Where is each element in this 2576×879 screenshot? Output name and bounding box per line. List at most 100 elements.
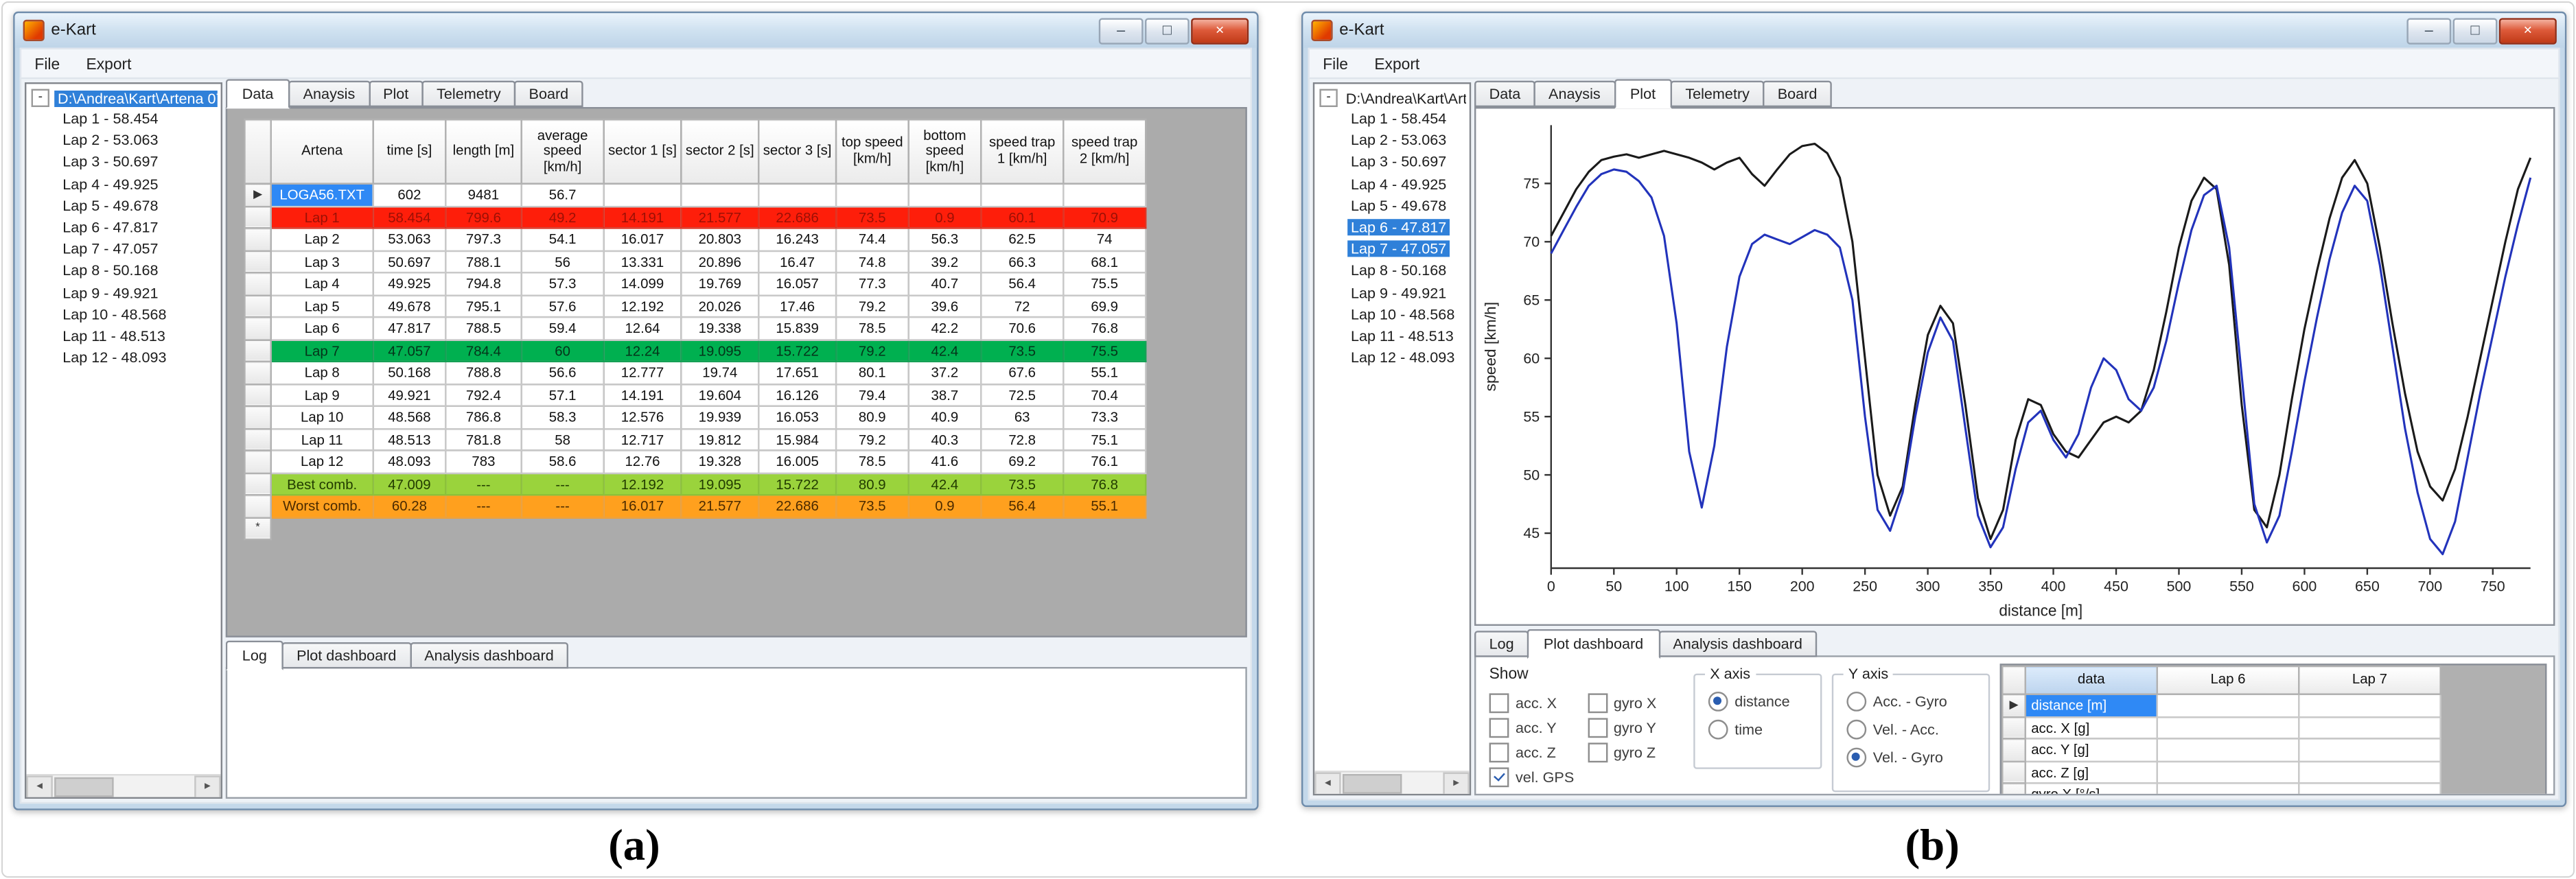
- table-row[interactable]: Lap 1 58.454 799.6 49.2 14.191 21.577 22…: [244, 206, 1146, 228]
- checkbox[interactable]: gyro X: [1587, 690, 1656, 715]
- sector2-cell[interactable]: 19.812: [681, 428, 758, 450]
- speed-trap1-cell[interactable]: 72: [981, 295, 1063, 317]
- lap6-cell[interactable]: [2157, 761, 2299, 783]
- lap7-cell[interactable]: [2299, 694, 2440, 716]
- tree-root-node[interactable]: - D:\Andrea\Kart\Artena 07: [1314, 84, 1470, 108]
- sector1-cell[interactable]: [604, 184, 682, 206]
- maximize-button[interactable]: □: [1145, 17, 1190, 43]
- sector2-cell[interactable]: 19.328: [681, 450, 758, 472]
- sector1-cell[interactable]: 14.191: [604, 384, 682, 406]
- row-header-cell[interactable]: [2002, 716, 2026, 738]
- time-cell[interactable]: 47.009: [373, 473, 446, 495]
- top-speed-cell[interactable]: [836, 184, 909, 206]
- lap-name-cell[interactable]: Worst comb.: [271, 495, 373, 517]
- top-speed-cell[interactable]: [836, 517, 909, 539]
- sector1-cell[interactable]: 14.191: [604, 206, 682, 228]
- tree-item-lap[interactable]: Lap 10 - 48.568: [26, 305, 220, 327]
- column-header[interactable]: sector 1 [s]: [604, 119, 682, 184]
- column-header[interactable]: Lap 6: [2157, 666, 2299, 694]
- checkbox-box-icon[interactable]: [1489, 742, 1509, 762]
- tab[interactable]: Data: [226, 79, 290, 108]
- lap-name-cell[interactable]: Lap 11: [271, 428, 373, 450]
- time-cell[interactable]: 49.921: [373, 384, 446, 406]
- time-cell[interactable]: 47.057: [373, 339, 446, 361]
- sector2-cell[interactable]: 19.939: [681, 406, 758, 428]
- checkbox-box-icon[interactable]: [1489, 692, 1509, 712]
- top-speed-cell[interactable]: 79.2: [836, 339, 909, 361]
- avg-speed-cell[interactable]: 58.3: [522, 406, 604, 428]
- tree-item-lap[interactable]: Lap 11 - 48.513: [26, 326, 220, 348]
- top-speed-cell[interactable]: 79.4: [836, 384, 909, 406]
- length-cell[interactable]: 786.8: [445, 406, 521, 428]
- lap-name-cell[interactable]: Lap 8: [271, 362, 373, 384]
- row-header-cell[interactable]: [244, 228, 270, 250]
- tab[interactable]: Plot: [1614, 79, 1672, 108]
- avg-speed-cell[interactable]: 59.4: [522, 317, 604, 339]
- tree-item-lap[interactable]: Lap 7 - 47.057: [26, 239, 220, 261]
- avg-speed-cell[interactable]: 57.1: [522, 384, 604, 406]
- avg-speed-cell[interactable]: 49.2: [522, 206, 604, 228]
- tree-item-lap[interactable]: Lap 9 - 49.921: [1314, 283, 1470, 305]
- sector1-cell[interactable]: 12.576: [604, 406, 682, 428]
- speed-trap2-cell[interactable]: 76.1: [1063, 450, 1146, 472]
- sector3-cell[interactable]: [758, 517, 836, 539]
- tab[interactable]: Data: [1474, 81, 1535, 107]
- sector2-cell[interactable]: 21.577: [681, 495, 758, 517]
- tree-item-lap[interactable]: Lap 3 - 50.697: [1314, 152, 1470, 174]
- time-cell[interactable]: 60.28: [373, 495, 446, 517]
- radio-option[interactable]: distance: [1708, 692, 1814, 712]
- length-cell[interactable]: 9481: [445, 184, 521, 206]
- checkbox-box-icon[interactable]: [1587, 692, 1607, 712]
- table-row[interactable]: *: [244, 517, 1146, 539]
- speed-trap1-cell[interactable]: 66.3: [981, 250, 1063, 272]
- speed-trap1-cell[interactable]: 63: [981, 406, 1063, 428]
- tree-item-lap[interactable]: Lap 8 - 50.168: [26, 261, 220, 283]
- top-speed-cell[interactable]: 80.9: [836, 473, 909, 495]
- sector3-cell[interactable]: 16.47: [758, 250, 836, 272]
- lap-name-cell[interactable]: Lap 4: [271, 272, 373, 294]
- radio-option[interactable]: Acc. - Gyro: [1846, 692, 1982, 712]
- length-cell[interactable]: 794.8: [445, 272, 521, 294]
- row-header-cell[interactable]: [244, 272, 270, 294]
- table-row[interactable]: Worst comb. 60.28 --- --- 16.017 21.577 …: [244, 495, 1146, 517]
- bottom-speed-cell[interactable]: 38.7: [909, 384, 982, 406]
- time-cell[interactable]: 48.093: [373, 450, 446, 472]
- table-row[interactable]: Lap 10 48.568 786.8 58.3 12.576 19.939 1…: [244, 406, 1146, 428]
- time-cell[interactable]: 47.817: [373, 317, 446, 339]
- time-cell[interactable]: 53.063: [373, 228, 446, 250]
- menu-item[interactable]: File: [21, 52, 73, 77]
- row-header-cell[interactable]: [244, 384, 270, 406]
- length-cell[interactable]: 783: [445, 450, 521, 472]
- tab[interactable]: Telemetry: [1671, 81, 1765, 107]
- checkbox[interactable]: gyro Y: [1587, 715, 1656, 740]
- lap6-cell[interactable]: [2157, 783, 2299, 795]
- checkbox-box-icon[interactable]: [1587, 742, 1607, 762]
- speed-trap2-cell[interactable]: 68.1: [1063, 250, 1146, 272]
- avg-speed-cell[interactable]: [522, 517, 604, 539]
- column-header[interactable]: length [m]: [445, 119, 521, 184]
- speed-trap1-cell[interactable]: 62.5: [981, 228, 1063, 250]
- time-cell[interactable]: 48.568: [373, 406, 446, 428]
- sector2-cell[interactable]: 20.026: [681, 295, 758, 317]
- speed-trap2-cell[interactable]: 73.3: [1063, 406, 1146, 428]
- scroll-right-icon[interactable]: ►: [194, 775, 220, 798]
- row-header-cell[interactable]: [244, 206, 270, 228]
- column-header[interactable]: average speed [km/h]: [522, 119, 604, 184]
- lap7-cell[interactable]: [2299, 761, 2440, 783]
- row-header-cell[interactable]: [244, 428, 270, 450]
- menu-item[interactable]: Export: [73, 52, 144, 77]
- tree-item-lap[interactable]: Lap 12 - 48.093: [1314, 348, 1470, 370]
- avg-speed-cell[interactable]: 57.6: [522, 295, 604, 317]
- sector2-cell[interactable]: [681, 517, 758, 539]
- time-cell[interactable]: 50.697: [373, 250, 446, 272]
- sector1-cell[interactable]: 13.331: [604, 250, 682, 272]
- table-row[interactable]: Best comb. 47.009 --- --- 12.192 19.095 …: [244, 473, 1146, 495]
- top-speed-cell[interactable]: 79.2: [836, 428, 909, 450]
- bottom-speed-cell[interactable]: 42.2: [909, 317, 982, 339]
- sector2-cell[interactable]: 19.604: [681, 384, 758, 406]
- tree-item-lap[interactable]: Lap 5 - 49.678: [26, 196, 220, 218]
- tree-item-lap[interactable]: Lap 2 - 53.063: [26, 130, 220, 152]
- length-cell[interactable]: 792.4: [445, 384, 521, 406]
- radio-option[interactable]: Vel. - Gyro: [1846, 748, 1982, 768]
- row-header-cell[interactable]: ▶: [244, 184, 270, 206]
